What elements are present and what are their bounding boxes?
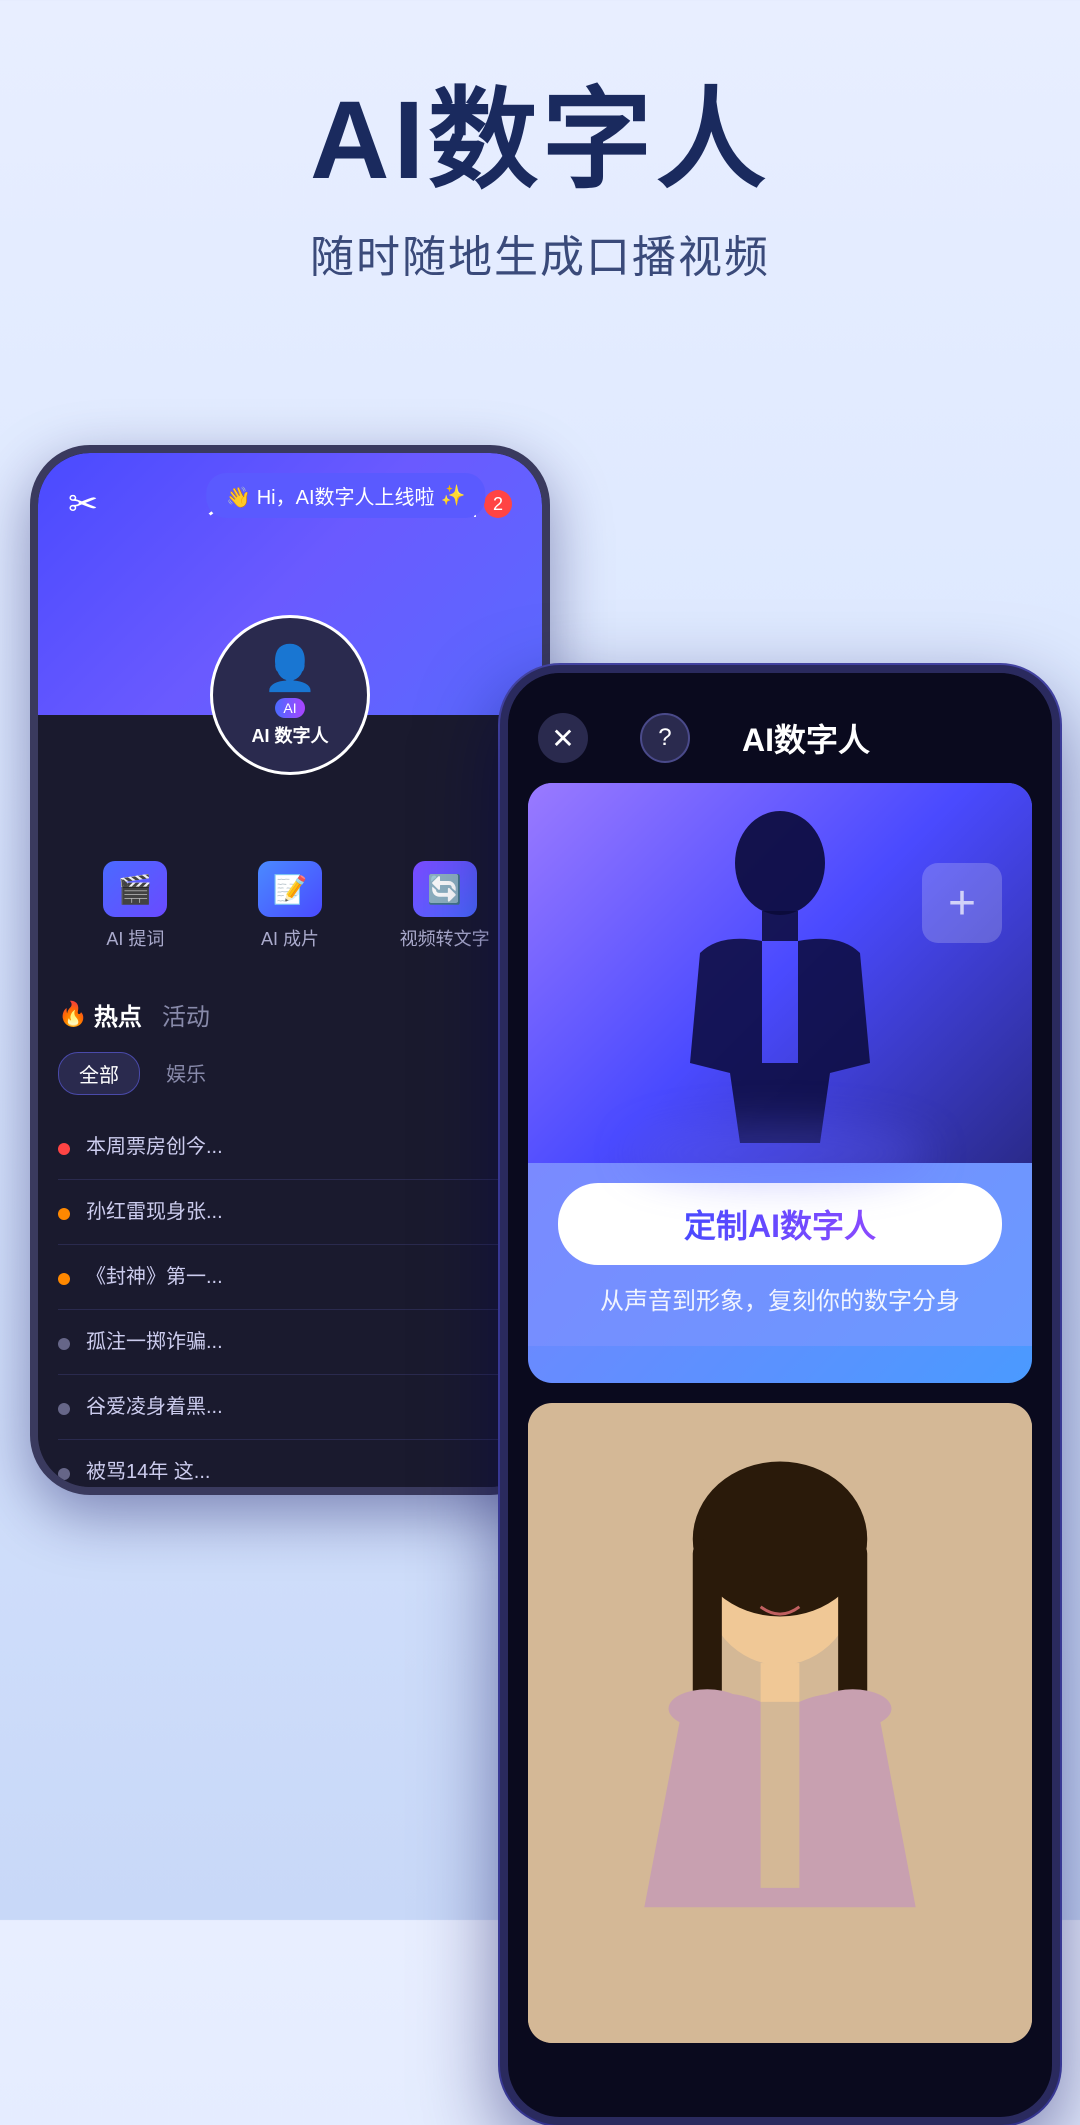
header-area: AI数字人 随时随地生成口播视频: [0, 0, 1080, 325]
news-item-4[interactable]: 孤注一掷诈骗...: [58, 1310, 522, 1375]
scissors-icon: ✂: [68, 483, 98, 525]
news-text-6: 被骂14年 这...: [86, 1458, 522, 1486]
front-header: ✕ ? AI数字人: [508, 673, 1052, 783]
news-dot-4: [58, 1338, 70, 1350]
presenter-card: [528, 1403, 1032, 2043]
customize-button[interactable]: 定制AI数字人: [558, 1183, 1002, 1265]
filter-entertainment[interactable]: 娱乐: [156, 1052, 216, 1095]
plus-symbol: +: [948, 876, 976, 931]
news-tabs: 🔥 热点 活动: [58, 997, 522, 1032]
news-item-2[interactable]: 孙红雷现身张...: [58, 1180, 522, 1245]
sparkle-icon: ✨: [441, 483, 466, 508]
news-text-1: 本周票房创今...: [86, 1133, 522, 1161]
action-btn-1[interactable]: 🎬 AI 提词: [58, 845, 213, 967]
front-title: AI数字人: [742, 715, 870, 761]
presenter-figure: [528, 1403, 1032, 2043]
customize-btn-label: 定制AI数字人: [684, 1208, 876, 1244]
news-text-5: 谷爱凌身着黑...: [86, 1393, 522, 1421]
video-to-text-icon: 🔄: [413, 861, 477, 917]
help-button[interactable]: ?: [640, 713, 690, 763]
news-dot-1: [58, 1143, 70, 1155]
ai-circle-icon: 👤: [263, 642, 318, 694]
news-filter-row: 全部 娱乐: [58, 1052, 522, 1095]
main-title: AI数字人: [0, 80, 1080, 201]
close-icon: ✕: [551, 722, 574, 755]
news-text-4: 孤注一掷诈骗...: [86, 1328, 522, 1356]
ai-circle-label: AI 数字人: [251, 722, 328, 748]
news-item-1[interactable]: 本周票房创今...: [58, 1115, 522, 1180]
action-label-2: AI 成片: [261, 925, 319, 951]
news-dot-3: [58, 1273, 70, 1285]
news-dot-6: [58, 1468, 70, 1480]
close-button[interactable]: ✕: [538, 713, 588, 763]
action-btn-3[interactable]: 🔄 视频转文字: [367, 845, 522, 967]
news-dot-2: [58, 1208, 70, 1220]
sub-title: 随时随地生成口播视频: [0, 221, 1080, 285]
back-action-row: 🎬 AI 提词 📝 AI 成片 🔄 视频转文字: [38, 835, 542, 977]
news-text-3: 《封神》第一...: [86, 1263, 522, 1291]
back-news-area: 🔥 热点 活动 全部 娱乐 本周票房创今...: [38, 977, 542, 1487]
male-silhouette-svg: [680, 803, 880, 1143]
news-dot-5: [58, 1403, 70, 1415]
hot-icon: 🔥: [58, 1000, 88, 1029]
news-item-3[interactable]: 《封神》第一...: [58, 1245, 522, 1310]
phone-back-inner: ✂ 开始创作 草稿箱 2 👋 Hi，AI数字人上线啦 ✨: [38, 453, 542, 1487]
phone-front: ✕ ? AI数字人: [500, 665, 1060, 2125]
news-list: 本周票房创今... 孙红雷现身张... 《封神》第一... 孤注一掷诈骗...: [58, 1115, 522, 1487]
phone-front-inner: ✕ ? AI数字人: [508, 673, 1052, 2117]
female-presenter-svg: [528, 1403, 1032, 2043]
dh-description: 从声音到形象，复刻你的数字分身: [558, 1281, 1002, 1316]
ai-circle[interactable]: 👤 AI AI 数字人: [210, 615, 370, 775]
news-tab-hot[interactable]: 🔥 热点: [58, 997, 142, 1032]
phones-container: ✂ 开始创作 草稿箱 2 👋 Hi，AI数字人上线啦 ✨: [0, 325, 1080, 1845]
news-tab-activity[interactable]: 活动: [162, 997, 210, 1032]
glow-effect: [630, 1123, 930, 1183]
news-text-2: 孙红雷现身张...: [86, 1198, 522, 1226]
draft-badge: 2: [484, 490, 512, 518]
ai-popup: 👋 Hi，AI数字人上线啦 ✨: [206, 473, 485, 518]
action-label-3: 视频转文字: [400, 925, 490, 951]
filter-all[interactable]: 全部: [58, 1052, 140, 1095]
digital-human-card: + 定制AI数字人 从声音到形象，复刻你的数字分身: [528, 783, 1032, 1383]
plus-icon[interactable]: +: [922, 863, 1002, 943]
action-btn-2[interactable]: 📝 AI 成片: [213, 845, 368, 967]
ai-circle-area: 👤 AI AI 数字人: [38, 715, 542, 835]
hot-label: 热点: [94, 997, 142, 1032]
news-item-6[interactable]: 被骂14年 这...: [58, 1440, 522, 1487]
help-icon: ?: [658, 724, 671, 752]
dh-card-bottom: 定制AI数字人 从声音到形象，复刻你的数字分身: [528, 1163, 1032, 1346]
phone-back: ✂ 开始创作 草稿箱 2 👋 Hi，AI数字人上线啦 ✨: [30, 445, 550, 1495]
ai-badge: AI: [275, 698, 304, 718]
ai-clip-icon: 📝: [258, 861, 322, 917]
ai-prompts-icon: 🎬: [103, 861, 167, 917]
dh-silhouette-area: +: [528, 783, 1032, 1163]
news-item-5[interactable]: 谷爱凌身着黑...: [58, 1375, 522, 1440]
action-label-1: AI 提词: [106, 925, 164, 951]
ai-popup-text: 👋 Hi，AI数字人上线啦: [226, 481, 434, 510]
